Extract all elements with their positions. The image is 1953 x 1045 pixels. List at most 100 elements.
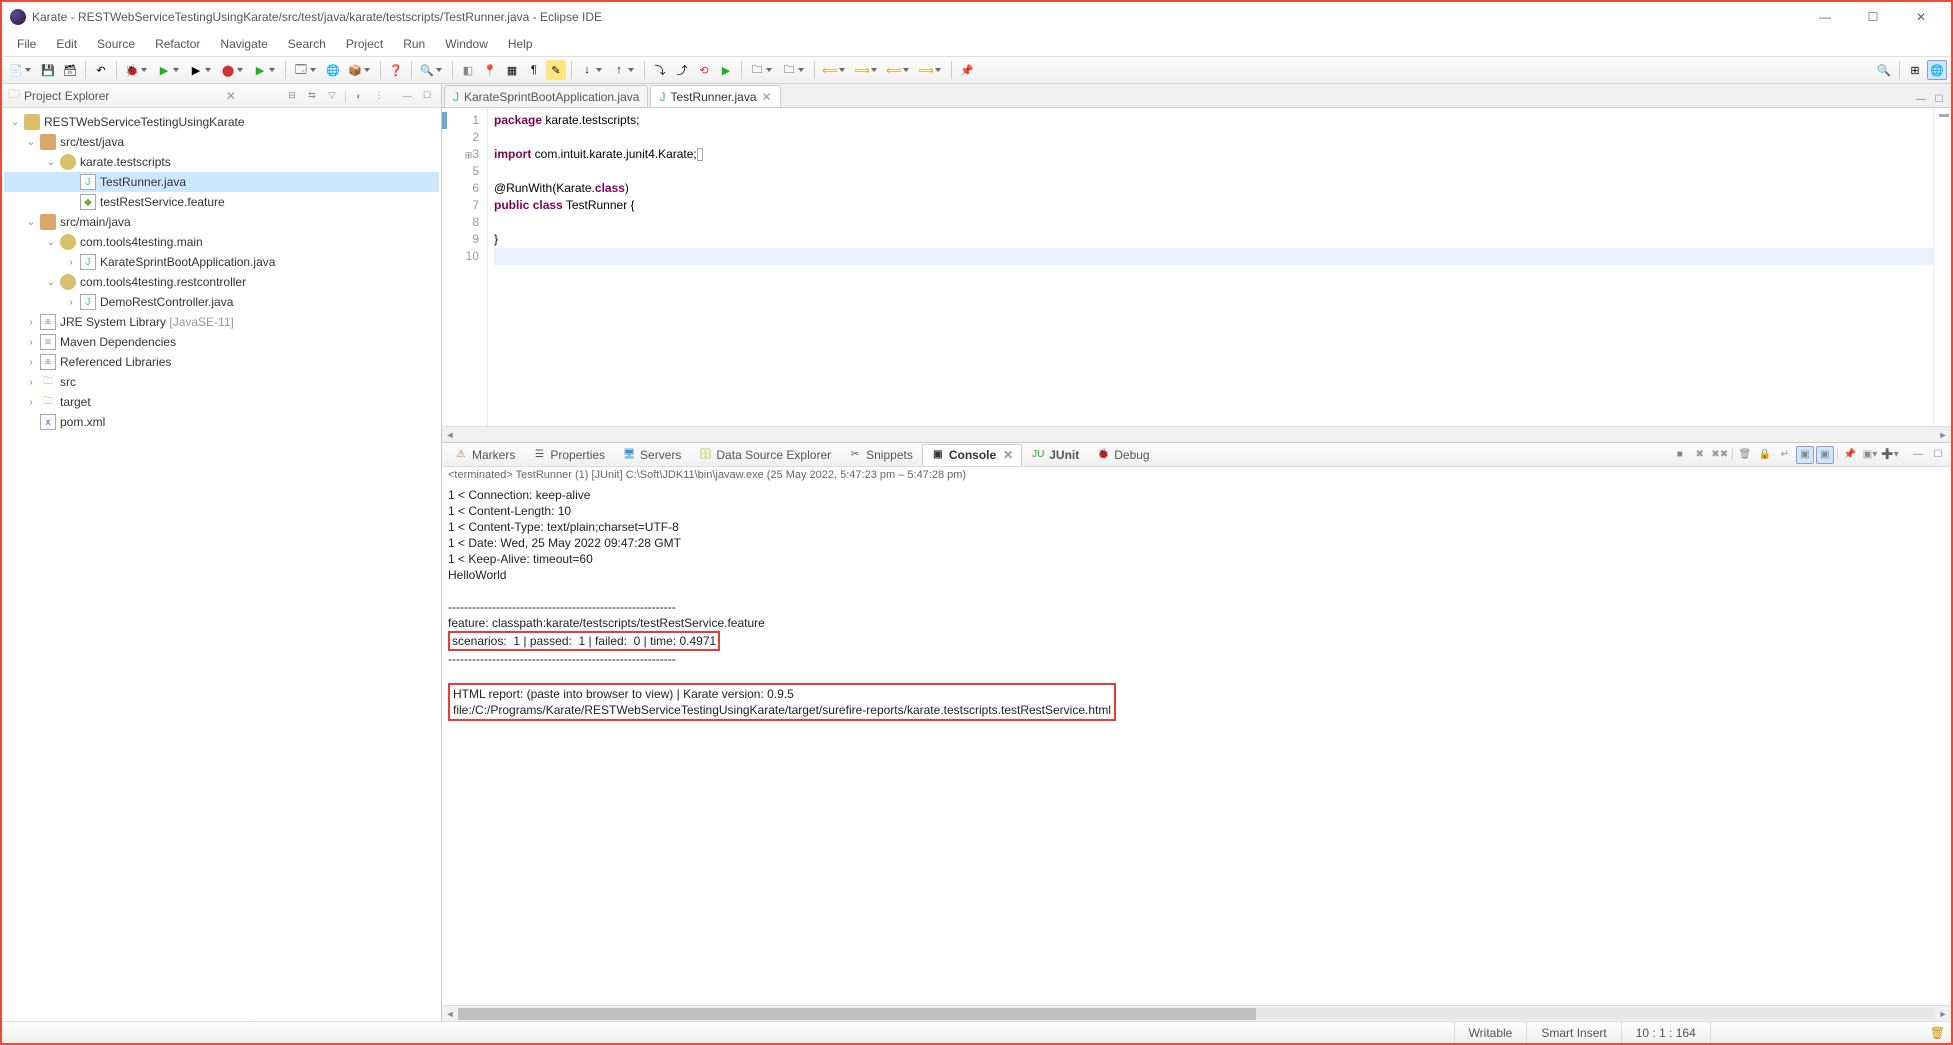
new-web-icon[interactable]: 🌐 [323,60,343,80]
undo-icon[interactable]: ↶ [91,60,111,80]
save-icon[interactable]: 💾 [38,60,58,80]
search-icon[interactable]: 🔍 [417,60,437,80]
ws2-icon[interactable]: 🗀 [779,60,799,80]
ext-tools-icon[interactable]: ▶ [250,60,270,80]
minimize-editor-icon[interactable]: — [1913,91,1929,107]
tree-feature[interactable]: ◆testRestService.feature [4,192,439,212]
ws-icon[interactable]: 🗀 [747,60,767,80]
menu-help[interactable]: Help [499,34,542,54]
tab-servers[interactable]: 🖥Servers [614,445,689,465]
filter-icon[interactable]: ▽ [324,88,340,104]
maximize-view-icon[interactable]: ☐ [419,88,435,104]
quick-access-icon[interactable]: 🔍 [1874,60,1894,80]
next-annotation-icon[interactable]: ↓ [577,60,597,80]
menu-file[interactable]: File [8,34,45,54]
toggle-breadcrumb-icon[interactable]: ◧ [458,60,478,80]
tree-target[interactable]: ›🗀target [4,392,439,412]
scroll-lock-icon[interactable]: 🔒 [1756,446,1774,464]
tree-maven[interactable]: ›≡Maven Dependencies [4,332,439,352]
coverage-icon[interactable]: ▶ [186,60,206,80]
menu-source[interactable]: Source [88,34,144,54]
tree-pkg-main2[interactable]: ⌄com.tools4testing.restcontroller [4,272,439,292]
relaunch-icon[interactable]: ⟲ [694,60,714,80]
terminate-icon[interactable]: ■ [1671,446,1689,464]
pin-console-icon[interactable]: ✕ [1003,448,1013,462]
tab-junit[interactable]: JUJUnit [1023,445,1087,465]
menu-refactor[interactable]: Refactor [146,34,209,54]
new-icon[interactable]: 📄 [6,60,26,80]
display-console-icon[interactable]: ▣▾ [1861,446,1879,464]
link-editor-icon[interactable]: ⇆ [304,88,320,104]
prev-annotation-icon[interactable]: ↑ [609,60,629,80]
java-ee-perspective-icon[interactable]: 🌐 [1927,60,1947,80]
tree-ctrl[interactable]: ›JDemoRestController.java [4,292,439,312]
maximize-button[interactable]: ☐ [1851,5,1895,29]
tree-jre[interactable]: ›≡JRE System Library [JavaSE-11] [4,312,439,332]
open-console-icon[interactable]: ➕▾ [1881,446,1899,464]
overview-ruler[interactable] [1933,108,1951,426]
tree-pkg-test[interactable]: ⌄karate.testscripts [4,152,439,172]
collapse-all-icon[interactable]: ⊟ [284,88,300,104]
tree-src-main[interactable]: ⌄src/main/java [4,212,439,232]
tree-project[interactable]: ⌄RESTWebServiceTestingUsingKarate [4,112,439,132]
console-hscroll[interactable]: ◄► [442,1005,1951,1021]
minimize-button[interactable]: — [1803,5,1847,29]
maximize-panel-icon[interactable]: ☐ [1929,446,1947,464]
tab-markers[interactable]: ⚠Markers [446,445,523,465]
menu-window[interactable]: Window [436,34,497,54]
tree-testrunner[interactable]: JTestRunner.java [4,172,439,192]
show-whitespace-icon[interactable]: ¶ [524,60,544,80]
tree-app[interactable]: ›JKarateSprintBootApplication.java [4,252,439,272]
tab-dse[interactable]: 🗄Data Source Explorer [690,445,839,465]
menu-project[interactable]: Project [337,34,392,54]
run-last-icon[interactable]: ⬤ [218,60,238,80]
pin-editor-icon[interactable]: 📍 [480,60,500,80]
show-console-icon[interactable]: ▣ [1796,446,1814,464]
skip-icon[interactable]: ⤴ [672,60,692,80]
tree-pom[interactable]: xpom.xml [4,412,439,432]
view-menu-icon[interactable]: ⋮ [371,88,387,104]
tab-debug[interactable]: 🐞Debug [1088,445,1157,465]
word-wrap-icon[interactable]: ↵ [1776,446,1794,464]
step-icon[interactable]: ⤵ [650,60,670,80]
editor-tab-testrunner[interactable]: JTestRunner.java✕ [650,85,780,107]
debug-icon[interactable]: 🐞 [122,60,142,80]
tree-pkg-main1[interactable]: ⌄com.tools4testing.main [4,232,439,252]
editor-tab-app[interactable]: JKarateSprintBootApplication.java [444,85,648,107]
history-back-icon[interactable]: ⟸ [884,60,904,80]
tab-snippets[interactable]: ✂Snippets [840,445,921,465]
tree-src[interactable]: ›🗀src [4,372,439,392]
tab-properties[interactable]: ☰Properties [524,445,613,465]
show-stdout-icon[interactable]: ▣ [1816,446,1834,464]
new-server-icon[interactable]: 🗔 [291,60,311,80]
tab-console[interactable]: ▣Console✕ [922,444,1022,466]
focus-icon[interactable]: ◐ [351,88,367,104]
block-sel-icon[interactable]: ▦ [502,60,522,80]
editor-hscroll[interactable]: ◄► [442,426,1951,442]
menu-run[interactable]: Run [394,34,434,54]
open-type-icon[interactable]: ❓ [386,60,406,80]
tree-reflib[interactable]: ›≡Referenced Libraries [4,352,439,372]
menu-search[interactable]: Search [279,34,335,54]
pin-view-icon[interactable]: ✕ [226,89,236,103]
maximize-editor-icon[interactable]: ☐ [1931,91,1947,107]
back-icon[interactable]: ⟸ [820,60,840,80]
fwd-icon[interactable]: ⟹ [852,60,872,80]
stop-icon[interactable]: ▶ [716,60,736,80]
code-content[interactable]: package karate.testscripts; import com.i… [488,108,1933,426]
pin-tab-icon[interactable]: ✕ [762,90,772,104]
code-editor[interactable]: 1 2 ⊞3 5 6 7 8 9 10 package karate.tests… [442,108,1951,426]
menu-navigate[interactable]: Navigate [211,34,276,54]
minimize-panel-icon[interactable]: — [1909,446,1927,464]
new-pkg-icon[interactable]: 📦 [345,60,365,80]
pin-console-icon[interactable]: 📌 [1841,446,1859,464]
toggle-highlight-icon[interactable]: ✎ [546,60,566,80]
save-all-icon[interactable]: 🗃 [60,60,80,80]
minimize-view-icon[interactable]: — [399,88,415,104]
menu-edit[interactable]: Edit [47,34,86,54]
close-button[interactable]: ✕ [1899,5,1943,29]
tree-src-test[interactable]: ⌄src/test/java [4,132,439,152]
console-output[interactable]: 1 < Connection: keep-alive1 < Content-Le… [442,483,1951,1005]
heap-status-icon[interactable]: 🗑 [1930,1026,1945,1040]
project-tree[interactable]: ⌄RESTWebServiceTestingUsingKarate ⌄src/t… [2,108,441,1021]
